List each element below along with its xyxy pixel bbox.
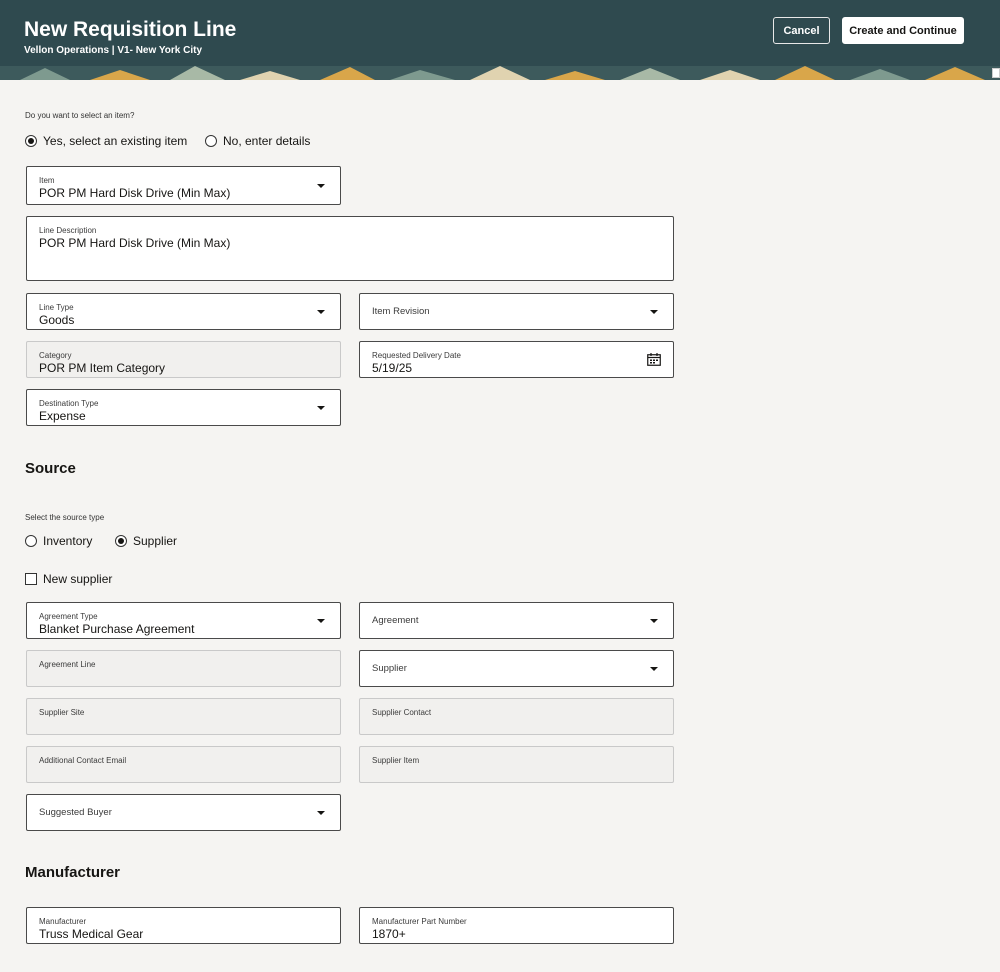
radio-label: Inventory bbox=[43, 534, 93, 548]
additional-contact-email-field: Additional Contact Email bbox=[26, 746, 341, 783]
field-label: Supplier Site bbox=[39, 708, 85, 717]
field-label: Manufacturer Part Number bbox=[372, 917, 467, 926]
radio-no-enter-details[interactable]: No, enter details bbox=[205, 134, 310, 148]
destination-type-select[interactable]: Destination Type Expense bbox=[26, 389, 341, 426]
field-value: Expense bbox=[39, 409, 86, 423]
item-select[interactable]: Item POR PM Hard Disk Drive (Min Max) bbox=[26, 166, 341, 205]
source-type-question-label: Select the source type bbox=[25, 513, 105, 522]
field-label: Destination Type bbox=[39, 399, 99, 408]
agreement-select[interactable]: Agreement bbox=[359, 602, 674, 639]
supplier-contact-field: Supplier Contact bbox=[359, 698, 674, 735]
requested-delivery-date-input[interactable]: Requested Delivery Date 5/19/25 bbox=[359, 341, 674, 378]
manufacturer-section-heading: Manufacturer bbox=[25, 864, 121, 881]
item-revision-select[interactable]: Item Revision bbox=[359, 293, 674, 330]
radio-button-selected[interactable] bbox=[115, 535, 127, 547]
category-field: Category POR PM Item Category bbox=[26, 341, 341, 378]
field-label: Item bbox=[39, 176, 55, 185]
field-label: Agreement Line bbox=[39, 660, 96, 669]
checkbox-label: New supplier bbox=[43, 572, 113, 586]
manufacturer-part-number-input[interactable]: Manufacturer Part Number 1870+ bbox=[359, 907, 674, 944]
field-placeholder: Suggested Buyer bbox=[39, 807, 112, 818]
checkbox[interactable] bbox=[25, 573, 37, 585]
item-question-label: Do you want to select an item? bbox=[25, 111, 135, 120]
field-placeholder: Supplier bbox=[372, 663, 407, 674]
field-label: Line Description bbox=[39, 226, 97, 235]
radio-supplier[interactable]: Supplier bbox=[115, 534, 177, 548]
field-value: POR PM Item Category bbox=[39, 361, 166, 375]
chevron-down-icon[interactable] bbox=[317, 811, 325, 815]
field-label: Additional Contact Email bbox=[39, 756, 127, 765]
field-label: Supplier Contact bbox=[372, 708, 432, 717]
radio-yes-existing-item[interactable]: Yes, select an existing item bbox=[25, 134, 187, 148]
supplier-site-field: Supplier Site bbox=[26, 698, 341, 735]
field-label: Line Type bbox=[39, 303, 74, 312]
manufacturer-input[interactable]: Manufacturer Truss Medical Gear bbox=[26, 907, 341, 944]
chevron-down-icon[interactable] bbox=[317, 619, 325, 623]
supplier-select[interactable]: Supplier bbox=[359, 650, 674, 687]
chevron-down-icon[interactable] bbox=[317, 406, 325, 410]
radio-label: Yes, select an existing item bbox=[43, 134, 188, 148]
field-label: Requested Delivery Date bbox=[372, 351, 461, 360]
new-supplier-checkbox[interactable]: New supplier bbox=[25, 572, 112, 586]
page-title: New Requisition Line bbox=[24, 18, 237, 41]
supplier-item-field: Supplier Item bbox=[359, 746, 674, 783]
field-placeholder: Item Revision bbox=[372, 306, 430, 317]
scrollbar-thumb[interactable] bbox=[992, 68, 1000, 78]
header-decorative-pattern bbox=[0, 66, 1000, 80]
field-value: Goods bbox=[39, 313, 75, 327]
field-placeholder: Agreement bbox=[372, 615, 419, 626]
line-type-select[interactable]: Line Type Goods bbox=[26, 293, 341, 330]
radio-button[interactable] bbox=[205, 135, 217, 147]
radio-label: No, enter details bbox=[223, 134, 311, 148]
chevron-down-icon[interactable] bbox=[650, 619, 658, 623]
page-header: New Requisition Line Vellon Operations |… bbox=[0, 0, 1000, 80]
field-value: 5/19/25 bbox=[372, 361, 413, 375]
source-section-heading: Source bbox=[25, 460, 76, 477]
chevron-down-icon[interactable] bbox=[317, 310, 325, 314]
field-label: Supplier Item bbox=[372, 756, 420, 765]
chevron-down-icon[interactable] bbox=[317, 184, 325, 188]
calendar-icon[interactable] bbox=[647, 353, 661, 366]
field-value: Truss Medical Gear bbox=[39, 927, 144, 941]
field-label: Manufacturer bbox=[39, 917, 87, 926]
suggested-buyer-select[interactable]: Suggested Buyer bbox=[26, 794, 341, 831]
field-value: POR PM Hard Disk Drive (Min Max) bbox=[39, 236, 231, 250]
create-and-continue-button[interactable]: Create and Continue bbox=[842, 17, 964, 44]
radio-inventory[interactable]: Inventory bbox=[25, 534, 92, 548]
field-value: 1870+ bbox=[372, 927, 406, 941]
field-value: POR PM Hard Disk Drive (Min Max) bbox=[39, 186, 231, 200]
field-label: Category bbox=[39, 351, 72, 360]
line-description-textarea[interactable]: Line Description POR PM Hard Disk Drive … bbox=[26, 216, 674, 281]
chevron-down-icon[interactable] bbox=[650, 310, 658, 314]
field-value: Blanket Purchase Agreement bbox=[39, 622, 195, 636]
page-subtitle: Vellon Operations | V1- New York City bbox=[24, 45, 203, 56]
chevron-down-icon[interactable] bbox=[650, 667, 658, 671]
radio-label: Supplier bbox=[133, 534, 178, 548]
radio-button[interactable] bbox=[25, 535, 37, 547]
agreement-type-select[interactable]: Agreement Type Blanket Purchase Agreemen… bbox=[26, 602, 341, 639]
radio-button-selected[interactable] bbox=[25, 135, 37, 147]
agreement-line-field: Agreement Line bbox=[26, 650, 341, 687]
field-label: Agreement Type bbox=[39, 612, 98, 621]
cancel-button[interactable]: Cancel bbox=[773, 17, 830, 44]
